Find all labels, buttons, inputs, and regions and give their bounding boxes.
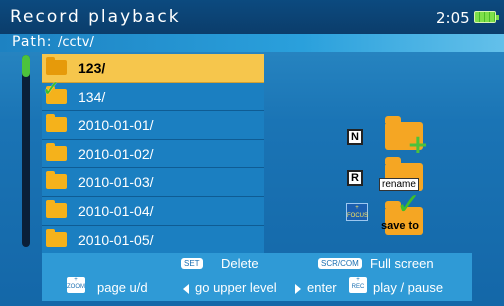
list-item[interactable]: 2010-01-04/	[42, 196, 264, 226]
right-arrow-icon	[295, 284, 301, 294]
folder-icon	[46, 57, 67, 75]
folder-icon	[46, 171, 67, 190]
path-value: /cctv/	[58, 35, 94, 50]
scr-com-key-icon: SCR/COM	[318, 258, 362, 269]
new-key-icon: N	[347, 129, 363, 145]
list-item[interactable]: 2010-01-05/	[42, 225, 264, 255]
list-item[interactable]: 2010-01-01/	[42, 111, 264, 140]
scrollbar-thumb[interactable]	[22, 55, 30, 77]
scrollbar-track[interactable]	[22, 55, 30, 247]
zoom-key-label: ZOOM	[67, 284, 85, 290]
plus-icon: +	[407, 130, 429, 160]
list-item[interactable]: 123/	[42, 54, 264, 83]
help-full-screen: Full screen	[370, 256, 434, 271]
folder-icon	[46, 114, 67, 133]
clock: 2:05	[436, 9, 470, 27]
zoom-key-icon: + ZOOM	[67, 277, 85, 293]
left-arrow-icon	[183, 284, 189, 294]
file-name: 123/	[78, 60, 106, 76]
file-name: 2010-01-05/	[78, 231, 154, 248]
help-upper-level: go upper level	[195, 280, 277, 295]
focus-label: FOCUS	[347, 213, 368, 219]
save-check-icon: ✓	[396, 187, 422, 222]
list-item[interactable]: 2010-01-03/	[42, 168, 264, 197]
path-bar: Path: /cctv/	[0, 34, 504, 52]
path-label: Path:	[12, 34, 53, 50]
help-delete: Delete	[221, 256, 259, 271]
help-panel: SET Delete SCR/COM Full screen + ZOOM pag…	[42, 253, 472, 301]
help-page: page u/d	[97, 280, 148, 295]
file-name: 2010-01-04/	[78, 202, 154, 219]
folder-icon	[46, 228, 67, 247]
rec-key-icon: + REC	[349, 277, 367, 293]
file-name: 2010-01-02/	[78, 145, 154, 162]
list-item[interactable]: ✓ 134/	[42, 77, 264, 112]
set-key-icon: SET	[181, 258, 203, 269]
rec-key-label: REC	[351, 284, 365, 290]
help-enter: enter	[307, 280, 337, 295]
title-bar: Record playback 2:05	[0, 0, 504, 34]
record-playback-screen: Record playback 2:05 Path: /cctv/ 123/ ✓…	[0, 0, 504, 306]
save-to-label: save to	[381, 220, 419, 232]
screen-title: Record playback	[10, 7, 181, 27]
file-name: 2010-01-01/	[78, 117, 154, 134]
help-play-pause: play / pause	[373, 280, 444, 295]
battery-full-icon	[474, 11, 499, 23]
focus-key-icon: + FOCUS	[346, 203, 368, 221]
checkmark-icon: ✓	[42, 76, 61, 102]
file-list: 123/ ✓ 134/ 2010-01-01/ 2010-01-02/ 2010…	[42, 54, 264, 255]
file-name: 2010-01-03/	[78, 174, 154, 191]
folder-icon	[46, 199, 67, 218]
rename-key-icon: R	[347, 170, 363, 186]
file-name: 134/	[78, 88, 106, 105]
folder-icon	[46, 142, 67, 161]
list-item[interactable]: 2010-01-02/	[42, 139, 264, 169]
